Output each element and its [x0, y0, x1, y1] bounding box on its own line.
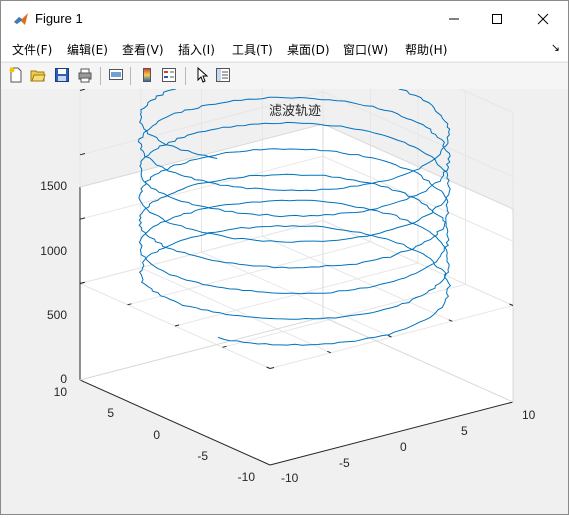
- minimize-icon: [449, 18, 459, 20]
- save-icon[interactable]: [54, 67, 70, 83]
- toolbar-separator: [130, 67, 131, 85]
- print-icon[interactable]: [77, 67, 93, 83]
- y-tick-label: 5: [107, 406, 114, 420]
- link-plot-icon[interactable]: [108, 67, 124, 83]
- insert-colorbar-icon[interactable]: [139, 67, 155, 83]
- z-tick-label: 500: [47, 308, 67, 322]
- close-button[interactable]: [520, 1, 566, 37]
- menu-overflow-icon[interactable]: ↘: [551, 41, 560, 54]
- x-tick-label: 10: [522, 408, 536, 422]
- figure-window: Figure 1 文件(F) 编辑(E) 查看(V) 插入(I) 工具(T) 桌…: [0, 0, 569, 515]
- close-icon: [537, 13, 549, 25]
- maximize-button[interactable]: [474, 1, 520, 37]
- menu-file[interactable]: 文件(F): [12, 41, 52, 58]
- maximize-icon: [492, 14, 502, 24]
- x-tick-label: 0: [400, 440, 407, 454]
- menu-bar: 文件(F) 编辑(E) 查看(V) 插入(I) 工具(T) 桌面(D) 窗口(W…: [1, 37, 568, 61]
- x-tick-label: 5: [461, 424, 468, 438]
- insert-legend-icon[interactable]: [161, 67, 177, 83]
- menu-desktop[interactable]: 桌面(D): [287, 41, 330, 58]
- property-inspector-icon[interactable]: [215, 67, 231, 83]
- z-tick-label: 1000: [40, 244, 67, 258]
- new-file-icon[interactable]: [8, 67, 24, 83]
- open-folder-icon[interactable]: [30, 67, 46, 83]
- figure-toolbar: [1, 62, 568, 90]
- z-tick-label: 1500: [40, 179, 67, 193]
- y-tick-label: 10: [54, 385, 68, 399]
- y-tick-label: -10: [238, 470, 256, 484]
- menu-insert[interactable]: 插入(I): [178, 41, 215, 58]
- toolbar-separator: [100, 67, 101, 85]
- menu-edit[interactable]: 编辑(E): [67, 41, 108, 58]
- chart-title: 滤波轨迹: [269, 103, 321, 118]
- x-tick-label: -10: [281, 471, 299, 485]
- x-tick-label: -5: [339, 456, 350, 470]
- menu-help[interactable]: 帮助(H): [405, 41, 447, 58]
- axes-3d[interactable]: 滤波轨迹 0 500 1000 1500 10 5 0 -5 -10 -10 -…: [1, 27, 568, 514]
- y-tick-label: -5: [197, 449, 208, 463]
- y-tick-label: 0: [153, 428, 160, 442]
- edit-plot-arrow-icon[interactable]: [194, 67, 210, 83]
- matlab-logo-icon: [14, 13, 28, 25]
- menu-view[interactable]: 查看(V): [122, 41, 164, 58]
- minimize-button[interactable]: [431, 1, 477, 37]
- menu-window[interactable]: 窗口(W): [343, 41, 388, 58]
- title-bar[interactable]: Figure 1: [1, 1, 568, 37]
- figure-canvas[interactable]: 滤波轨迹 0 500 1000 1500 10 5 0 -5 -10 -10 -…: [1, 27, 568, 514]
- toolbar-separator: [185, 67, 186, 85]
- z-tick-label: 0: [60, 372, 67, 386]
- window-title: Figure 1: [35, 11, 83, 26]
- menu-tools[interactable]: 工具(T): [232, 41, 273, 58]
